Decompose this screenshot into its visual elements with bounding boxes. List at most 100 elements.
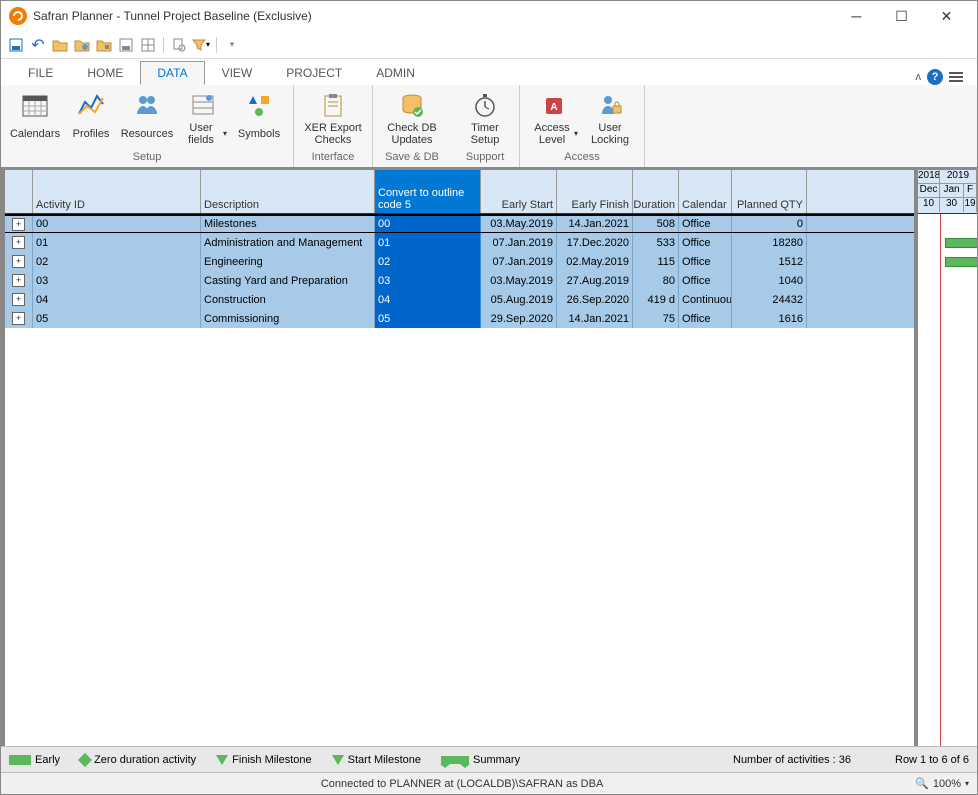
- cell-dur[interactable]: 115: [633, 252, 679, 271]
- cell-dur[interactable]: 75: [633, 309, 679, 328]
- timer-setup-button[interactable]: Timer Setup: [457, 89, 513, 149]
- grid-icon[interactable]: [139, 36, 157, 54]
- cell-id[interactable]: 04: [33, 290, 201, 309]
- cell-cal[interactable]: Office: [679, 309, 732, 328]
- profiles-button[interactable]: Profiles: [63, 89, 119, 149]
- expand-cell[interactable]: +: [5, 252, 33, 271]
- cell-ef[interactable]: 14.Jan.2021: [557, 309, 633, 328]
- expand-cell[interactable]: +: [5, 216, 33, 232]
- expand-cell[interactable]: +: [5, 309, 33, 328]
- grid-body[interactable]: +00Milestones0003.May.201914.Jan.2021508…: [5, 214, 914, 746]
- cell-es[interactable]: 29.Sep.2020: [481, 309, 557, 328]
- cell-qty[interactable]: 0: [732, 216, 807, 232]
- cell-convert[interactable]: 00: [375, 216, 481, 232]
- cell-desc[interactable]: Administration and Management: [201, 233, 375, 252]
- calendars-button[interactable]: Calendars: [7, 89, 63, 149]
- cell-dur[interactable]: 80: [633, 271, 679, 290]
- print-preview-icon[interactable]: [170, 36, 188, 54]
- table-row[interactable]: +05Commissioning0529.Sep.202014.Jan.2021…: [5, 309, 914, 328]
- cell-qty[interactable]: 18280: [732, 233, 807, 252]
- cell-id[interactable]: 01: [33, 233, 201, 252]
- table-row[interactable]: +01Administration and Management0107.Jan…: [5, 233, 914, 252]
- col-planned-qty[interactable]: Planned QTY: [732, 170, 807, 213]
- cell-dur[interactable]: 419 d: [633, 290, 679, 309]
- plus-icon[interactable]: +: [12, 218, 25, 231]
- tab-file[interactable]: FILE: [11, 61, 70, 85]
- cell-id[interactable]: 02: [33, 252, 201, 271]
- plus-icon[interactable]: +: [12, 274, 25, 287]
- cell-es[interactable]: 07.Jan.2019: [481, 252, 557, 271]
- open-project-icon[interactable]: [73, 36, 91, 54]
- cell-es[interactable]: 03.May.2019: [481, 271, 557, 290]
- gantt-bar[interactable]: [945, 238, 977, 248]
- maximize-button[interactable]: ☐: [879, 2, 924, 30]
- cell-cal[interactable]: Continuou: [679, 290, 732, 309]
- col-description[interactable]: Description: [201, 170, 375, 213]
- cell-cal[interactable]: Office: [679, 271, 732, 290]
- user-fields-button[interactable]: User fields▾: [175, 89, 231, 149]
- cell-convert[interactable]: 01: [375, 233, 481, 252]
- tab-view[interactable]: VIEW: [205, 61, 270, 85]
- table-row[interactable]: +02Engineering0207.Jan.201902.May.201911…: [5, 252, 914, 271]
- cell-qty[interactable]: 1512: [732, 252, 807, 271]
- plus-icon[interactable]: +: [12, 236, 25, 249]
- xer-export-button[interactable]: XER Export Checks: [300, 89, 366, 149]
- col-duration[interactable]: Duration: [633, 170, 679, 213]
- col-expander[interactable]: [5, 170, 33, 213]
- cell-qty[interactable]: 1040: [732, 271, 807, 290]
- tab-admin[interactable]: ADMIN: [359, 61, 432, 85]
- minimize-button[interactable]: ─: [834, 2, 879, 30]
- help-icon[interactable]: ?: [927, 69, 943, 85]
- open-icon[interactable]: [51, 36, 69, 54]
- cell-id[interactable]: 03: [33, 271, 201, 290]
- user-locking-button[interactable]: User Locking: [582, 89, 638, 149]
- cell-dur[interactable]: 508: [633, 216, 679, 232]
- cell-qty[interactable]: 1616: [732, 309, 807, 328]
- cell-convert[interactable]: 02: [375, 252, 481, 271]
- expand-cell[interactable]: +: [5, 271, 33, 290]
- col-calendar[interactable]: Calendar: [679, 170, 732, 213]
- save-alt-icon[interactable]: [117, 36, 135, 54]
- cell-ef[interactable]: 14.Jan.2021: [557, 216, 633, 232]
- cell-cal[interactable]: Office: [679, 233, 732, 252]
- table-row[interactable]: +00Milestones0003.May.201914.Jan.2021508…: [5, 214, 914, 233]
- col-activity-id[interactable]: Activity ID: [33, 170, 201, 213]
- cell-desc[interactable]: Casting Yard and Preparation: [201, 271, 375, 290]
- expand-cell[interactable]: +: [5, 290, 33, 309]
- zoom-control[interactable]: 🔍 100% ▾: [915, 777, 969, 790]
- close-button[interactable]: ✕: [924, 2, 969, 30]
- gantt-bar[interactable]: [945, 257, 977, 267]
- table-row[interactable]: +03Casting Yard and Preparation0303.May.…: [5, 271, 914, 290]
- qat-customize-icon[interactable]: ▾: [223, 36, 241, 54]
- menu-icon[interactable]: [949, 72, 963, 82]
- cell-cal[interactable]: Office: [679, 252, 732, 271]
- open-readonly-icon[interactable]: [95, 36, 113, 54]
- cell-desc[interactable]: Construction: [201, 290, 375, 309]
- cell-es[interactable]: 05.Aug.2019: [481, 290, 557, 309]
- cell-desc[interactable]: Commissioning: [201, 309, 375, 328]
- cell-id[interactable]: 05: [33, 309, 201, 328]
- cell-ef[interactable]: 27.Aug.2019: [557, 271, 633, 290]
- cell-cal[interactable]: Office: [679, 216, 732, 232]
- save-icon[interactable]: [7, 36, 25, 54]
- cell-convert[interactable]: 04: [375, 290, 481, 309]
- resources-button[interactable]: Resources: [119, 89, 175, 149]
- plus-icon[interactable]: +: [12, 312, 25, 325]
- cell-qty[interactable]: 24432: [732, 290, 807, 309]
- filter-icon[interactable]: ▾: [192, 36, 210, 54]
- check-db-button[interactable]: Check DB Updates: [379, 89, 445, 149]
- symbols-button[interactable]: Symbols: [231, 89, 287, 149]
- cell-ef[interactable]: 17.Dec.2020: [557, 233, 633, 252]
- cell-dur[interactable]: 533: [633, 233, 679, 252]
- cell-es[interactable]: 03.May.2019: [481, 216, 557, 232]
- cell-ef[interactable]: 26.Sep.2020: [557, 290, 633, 309]
- cell-ef[interactable]: 02.May.2019: [557, 252, 633, 271]
- undo-icon[interactable]: ↶: [29, 36, 47, 54]
- plus-icon[interactable]: +: [12, 255, 25, 268]
- tab-home[interactable]: HOME: [70, 61, 140, 85]
- cell-convert[interactable]: 03: [375, 271, 481, 290]
- expand-cell[interactable]: +: [5, 233, 33, 252]
- cell-es[interactable]: 07.Jan.2019: [481, 233, 557, 252]
- cell-desc[interactable]: Engineering: [201, 252, 375, 271]
- tab-data[interactable]: DATA: [140, 61, 204, 85]
